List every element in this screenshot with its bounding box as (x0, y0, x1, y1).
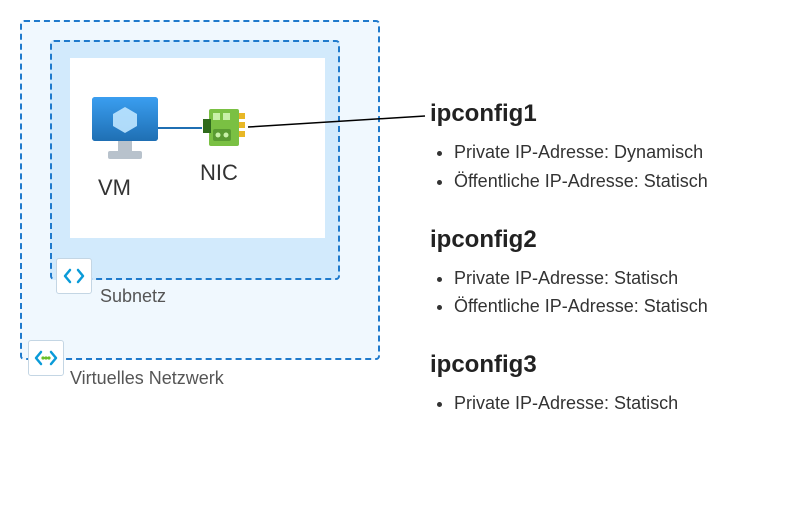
ipconfig1-title: ipconfig1 (430, 100, 800, 128)
list-item: Öffentliche IP-Adresse: Statisch (454, 292, 800, 321)
ipconfig3-block: ipconfig3 Private IP-Adresse: Statisch (430, 351, 800, 418)
vm-icon (90, 95, 160, 163)
vnet-label: Virtuelles Netzwerk (70, 368, 224, 389)
ipconfig2-block: ipconfig2 Private IP-Adresse: Statisch Ö… (430, 226, 800, 322)
nic-label: NIC (200, 160, 238, 186)
subnet-label: Subnetz (100, 286, 166, 307)
ipconfig-panel: ipconfig1 Private IP-Adresse: Dynamisch … (430, 100, 800, 448)
list-item: Private IP-Adresse: Dynamisch (454, 138, 800, 167)
vm-nic-connector (158, 127, 202, 131)
vm-label: VM (98, 175, 131, 201)
ipconfig3-list: Private IP-Adresse: Statisch (430, 389, 800, 418)
list-item: Öffentliche IP-Adresse: Statisch (454, 167, 800, 196)
nic-icon (203, 105, 248, 150)
list-item: Private IP-Adresse: Statisch (454, 389, 800, 418)
vnet-icon (28, 340, 64, 376)
subnet-icon (56, 258, 92, 294)
ipconfig1-list: Private IP-Adresse: Dynamisch Öffentlich… (430, 138, 800, 196)
list-item: Private IP-Adresse: Statisch (454, 264, 800, 293)
ipconfig1-block: ipconfig1 Private IP-Adresse: Dynamisch … (430, 100, 800, 196)
ipconfig2-list: Private IP-Adresse: Statisch Öffentliche… (430, 264, 800, 322)
ipconfig3-title: ipconfig3 (430, 351, 800, 379)
ipconfig2-title: ipconfig2 (430, 226, 800, 254)
